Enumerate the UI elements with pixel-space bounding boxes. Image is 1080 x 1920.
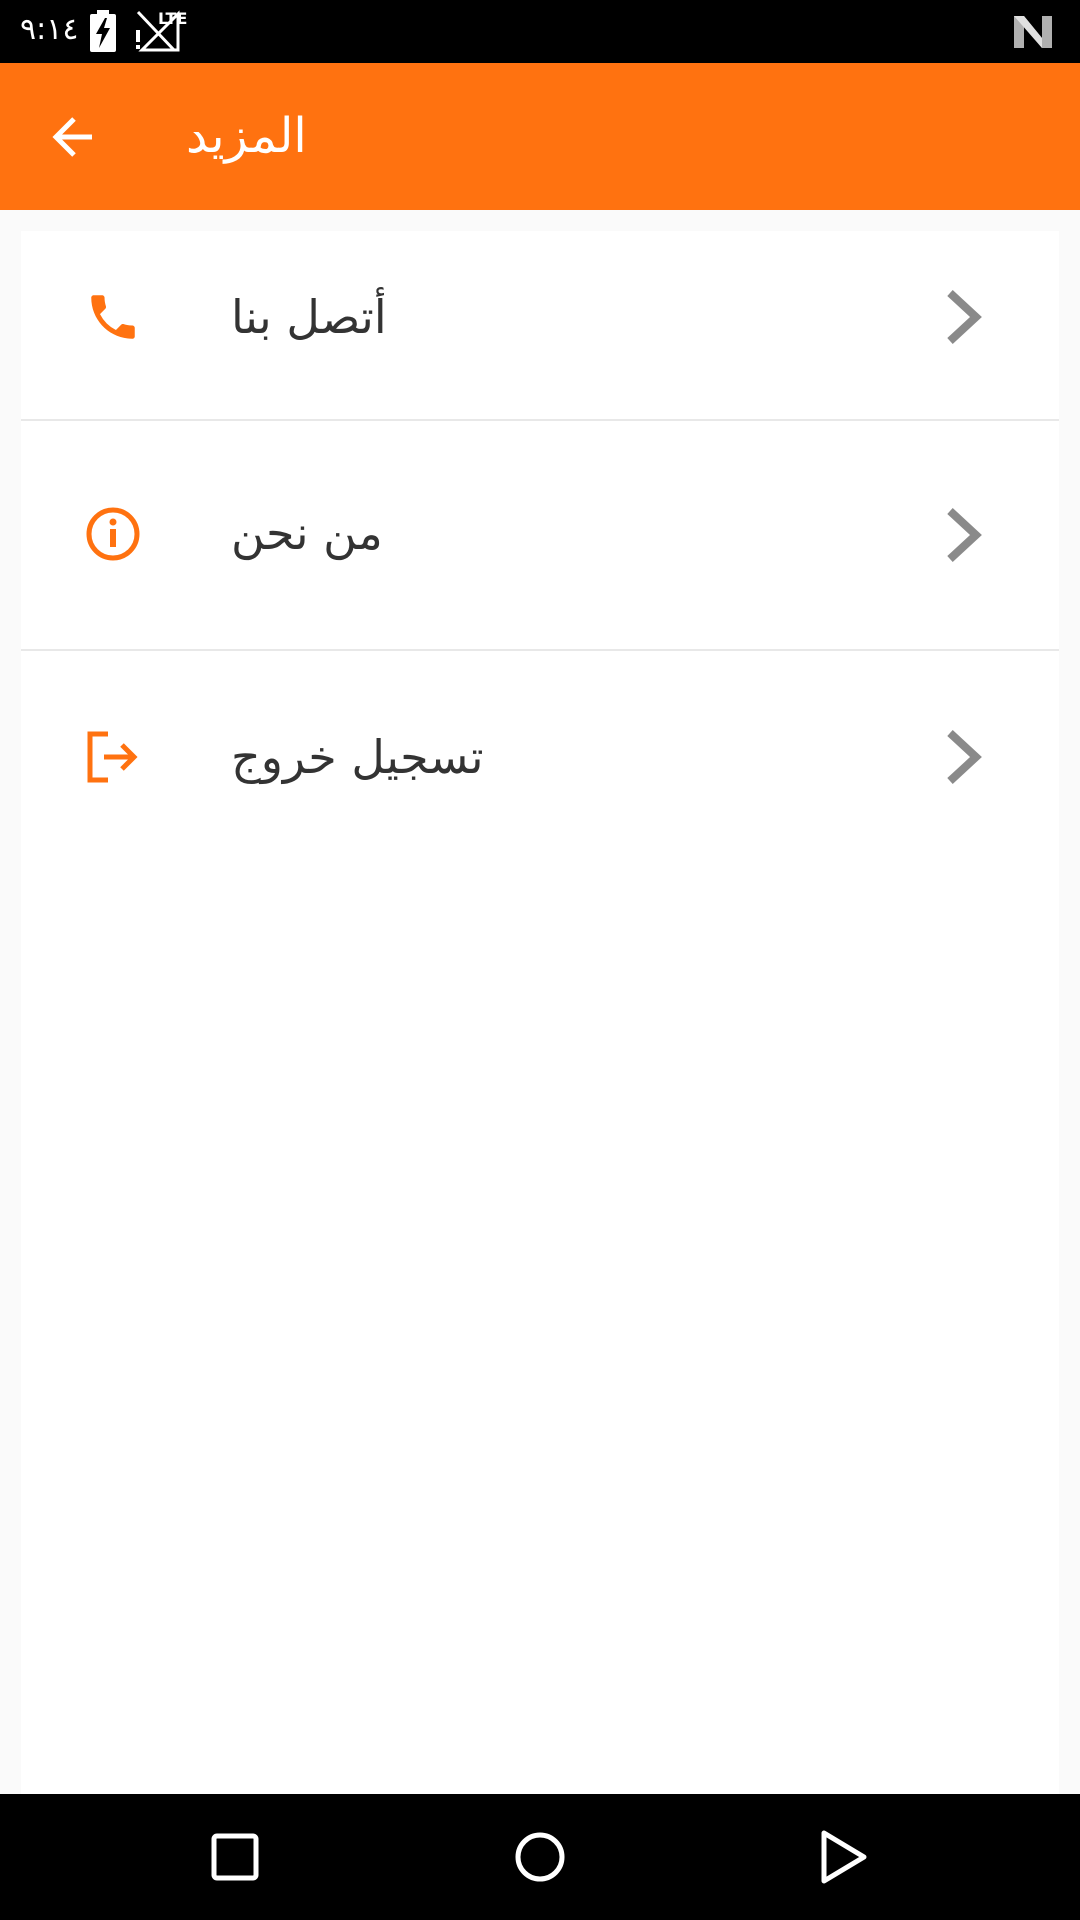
network-type-label: LTE <box>158 9 188 28</box>
logout-icon <box>87 731 138 783</box>
chevron-right-icon <box>947 290 982 344</box>
menu-item-label: أتصل بنا <box>231 290 387 344</box>
battery-charging-icon <box>90 10 116 52</box>
menu-item-label: تسجيل خروج <box>231 730 484 784</box>
status-time: ٩:١٤ <box>20 12 79 47</box>
arrow-back-icon <box>52 117 92 157</box>
recents-square-icon[interactable] <box>199 1821 271 1893</box>
screen: ٩:١٤ LTE المزيد أتصل بنا من نحن تسجيل خر… <box>0 0 1080 1920</box>
navigation-bar <box>0 1794 1080 1920</box>
back-button[interactable] <box>36 99 112 175</box>
status-bar: ٩:١٤ LTE <box>0 0 1080 63</box>
chevron-right-icon <box>947 730 982 784</box>
menu-item-logout[interactable]: تسجيل خروج <box>21 651 1059 859</box>
app-bar: المزيد <box>0 63 1080 210</box>
menu-list: أتصل بنا من نحن تسجيل خروج <box>21 231 1059 1794</box>
menu-item-label: من نحن <box>231 506 383 560</box>
page-title: المزيد <box>186 108 307 164</box>
n-logo-icon <box>1014 16 1052 48</box>
back-triangle-icon[interactable] <box>806 1821 878 1893</box>
phone-icon <box>91 295 135 339</box>
menu-item-contact-us[interactable]: أتصل بنا <box>21 231 1059 419</box>
info-icon <box>86 507 140 561</box>
home-circle-icon[interactable] <box>504 1821 576 1893</box>
menu-item-about-us[interactable]: من نحن <box>21 421 1059 649</box>
chevron-right-icon <box>947 508 982 562</box>
